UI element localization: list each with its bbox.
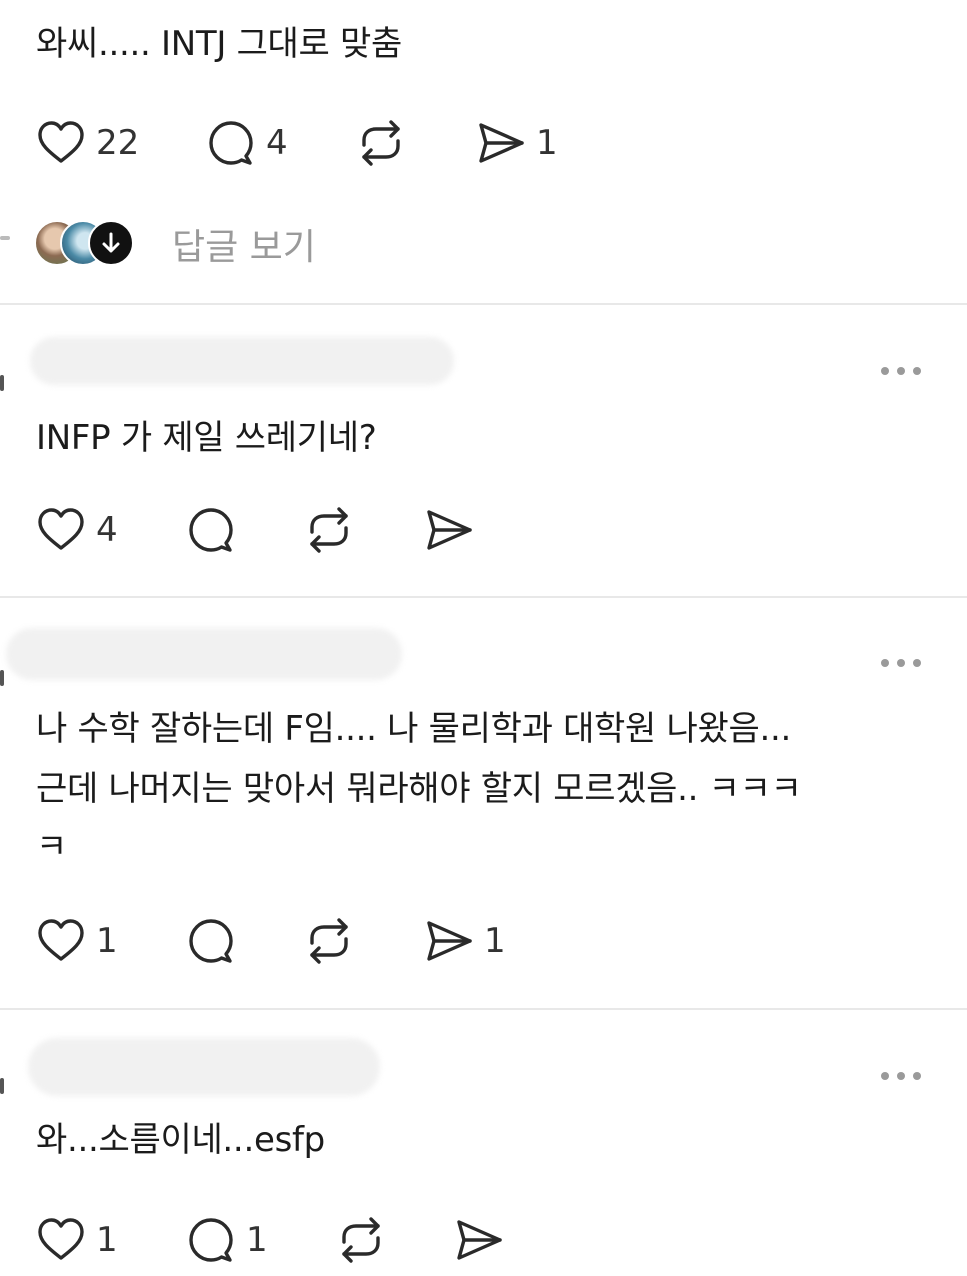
repost-button[interactable] — [336, 1212, 386, 1268]
post-text: INFP 가 제일 쓰레기네? — [36, 418, 377, 458]
like-button[interactable]: 1 — [36, 1212, 118, 1268]
repost-icon — [356, 118, 406, 168]
send-icon — [476, 118, 526, 168]
like-count: 22 — [96, 123, 140, 163]
avatar-edge — [0, 670, 4, 686]
like-button[interactable]: 22 — [36, 115, 139, 171]
reply-count: 1 — [246, 1220, 268, 1260]
share-button[interactable] — [424, 502, 474, 558]
avatar-edge — [0, 1078, 4, 1094]
like-button[interactable]: 1 — [36, 913, 118, 969]
heart-icon — [36, 916, 86, 966]
send-icon — [454, 1215, 504, 1265]
share-button[interactable]: 1 — [424, 913, 506, 969]
post-text-line-1: 나 수학 잘하는데 F임.... 나 물리학과 대학원 나왔음... — [36, 709, 791, 749]
reply-button[interactable]: 1 — [186, 1212, 268, 1268]
post-text-line-2: 근데 나머지는 맞아서 뭐라해야 할지 모르겠음.. ㅋㅋㅋ — [36, 769, 802, 809]
repost-icon — [304, 916, 354, 966]
post-1: 와씨..... INTJ 그대로 맞춤 22 4 1 답글 보기 — [0, 0, 967, 304]
view-replies-link[interactable]: 답글 보기 — [172, 218, 316, 270]
more-options-icon — [881, 1072, 889, 1080]
redacted-username — [28, 1038, 380, 1096]
post-3: 나 수학 잘하는데 F임.... 나 물리학과 대학원 나왔음... 근데 나머… — [0, 598, 967, 1008]
redacted-username — [6, 628, 402, 680]
heart-icon — [36, 1215, 86, 1265]
reply-button[interactable]: 4 — [206, 115, 288, 171]
redacted-username — [30, 337, 454, 385]
post-text: 와씨..... INTJ 그대로 맞춤 — [36, 24, 402, 64]
comment-bubble-icon — [186, 1215, 236, 1265]
post-text: 와...소름이네...esfp — [36, 1120, 325, 1160]
arrow-down-icon — [102, 232, 120, 253]
repost-button[interactable] — [304, 502, 354, 558]
more-options-button[interactable] — [881, 657, 921, 669]
more-options-button[interactable] — [881, 1070, 921, 1082]
reply-button[interactable] — [186, 913, 236, 969]
post-4: 와...소름이네...esfp 1 1 — [0, 1010, 967, 1276]
post-2: INFP 가 제일 쓰레기네? 4 — [0, 305, 967, 597]
send-icon — [424, 916, 474, 966]
comment-bubble-icon — [186, 916, 236, 966]
avatar — [88, 220, 134, 266]
comment-bubble-icon — [186, 505, 236, 555]
share-button[interactable] — [454, 1212, 504, 1268]
share-button[interactable]: 1 — [476, 115, 558, 171]
more-options-icon — [881, 659, 889, 667]
more-options-icon — [881, 367, 889, 375]
comment-bubble-icon — [206, 118, 256, 168]
like-count: 4 — [96, 510, 118, 550]
heart-icon — [36, 505, 86, 555]
like-count: 1 — [96, 921, 118, 961]
thread-line — [0, 236, 10, 240]
repost-icon — [304, 505, 354, 555]
repost-icon — [336, 1215, 386, 1265]
more-options-button[interactable] — [881, 365, 921, 377]
avatar-edge — [0, 375, 4, 391]
post-text-line-3: ㅋ — [36, 827, 67, 867]
share-count: 1 — [536, 123, 558, 163]
repost-button[interactable] — [356, 115, 406, 171]
repost-button[interactable] — [304, 913, 354, 969]
like-button[interactable]: 4 — [36, 502, 118, 558]
reply-button[interactable] — [186, 502, 236, 558]
like-count: 1 — [96, 1220, 118, 1260]
heart-icon — [36, 118, 86, 168]
reply-count: 4 — [266, 123, 288, 163]
share-count: 1 — [484, 921, 506, 961]
send-icon — [424, 505, 474, 555]
